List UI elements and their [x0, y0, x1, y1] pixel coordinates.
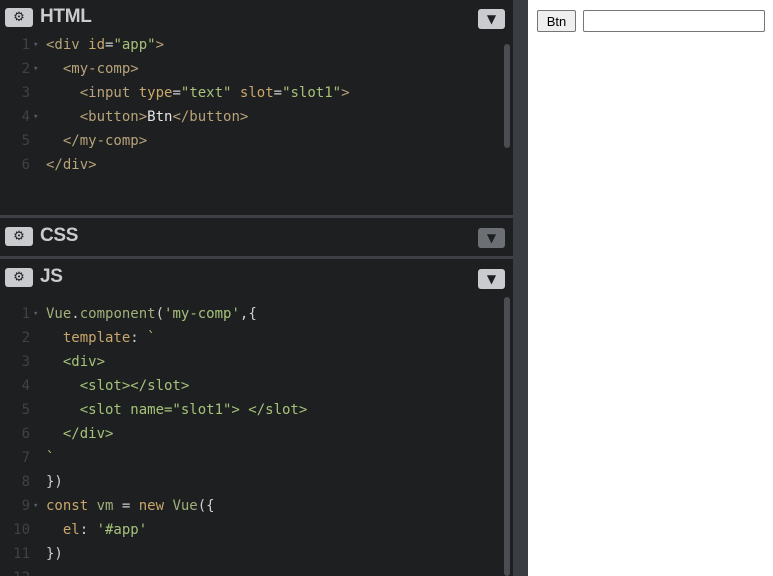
- css-panel-header: ⚙ CSS ▼: [0, 219, 513, 255]
- line-number: 10: [13, 522, 30, 538]
- html-editor-scrollbar[interactable]: [504, 44, 510, 148]
- panel-separator[interactable]: [0, 215, 513, 218]
- editor-pane: ⚙ HTML ▼ 1 ▾ <div id="app"> 2 ▾ <my-comp> 3 <…: [0, 0, 513, 576]
- line-number: 6: [21, 426, 30, 442]
- code-line: 10 el: '#app': [0, 518, 500, 542]
- code-line: 7 `: [0, 446, 500, 470]
- html-panel-header: ⚙ HTML ▼: [0, 0, 513, 36]
- line-number: 11: [13, 546, 30, 562]
- line-number: 12: [0, 566, 30, 576]
- js-panel-header: ⚙ JS ▼: [0, 260, 513, 296]
- line-number: 4: [21, 109, 30, 125]
- code-text: Vue.component('my-comp',{: [46, 306, 257, 322]
- line-number: 6: [21, 157, 30, 173]
- code-line: 2 ▾ <my-comp>: [0, 57, 500, 81]
- code-text: <div id="app">: [46, 37, 165, 53]
- line-number: 2: [21, 330, 30, 346]
- code-line: 8}): [0, 470, 500, 494]
- slot-text-input[interactable]: [583, 10, 765, 32]
- result-preview: Btn: [528, 0, 773, 576]
- fold-arrow-icon[interactable]: ▾: [33, 494, 38, 518]
- html-panel-collapse-chevron-icon[interactable]: ▼: [478, 9, 505, 29]
- code-line: 5 <slot name="slot1"> </slot>: [0, 398, 500, 422]
- line-number: 4: [21, 378, 30, 394]
- html-code-editor[interactable]: 1 ▾ <div id="app"> 2 ▾ <my-comp> 3 <input typ…: [0, 33, 513, 215]
- code-text: <slot name="slot1"> </slot>: [79, 402, 308, 418]
- code-text: template: `: [62, 330, 156, 346]
- btn-button[interactable]: Btn: [537, 10, 576, 32]
- js-panel-title: JS: [40, 266, 63, 287]
- code-line: 4 ▾ <button>Btn</button>: [0, 105, 500, 129]
- code-text: <slot></slot>: [79, 378, 190, 394]
- code-line: 2 template: `: [0, 326, 500, 350]
- code-line: 3 <div>: [0, 350, 500, 374]
- code-line: 1 ▾ Vue.component('my-comp',{: [0, 302, 500, 326]
- line-number: 9: [21, 498, 30, 514]
- fold-arrow-icon[interactable]: ▾: [33, 33, 38, 57]
- code-line: 4 <slot></slot>: [0, 374, 500, 398]
- code-text: }): [46, 546, 63, 562]
- code-text: }): [46, 474, 63, 490]
- code-text: </div>: [62, 426, 114, 442]
- js-editor-scrollbar[interactable]: [504, 297, 510, 576]
- code-line: 1 ▾ <div id="app">: [0, 33, 500, 57]
- code-line: 5 </my-comp>: [0, 129, 500, 153]
- line-number: 8: [21, 474, 30, 490]
- fold-arrow-icon[interactable]: ▾: [33, 302, 38, 326]
- code-line: 12: [0, 566, 500, 576]
- html-settings-gear-icon[interactable]: ⚙: [5, 8, 33, 27]
- css-settings-gear-icon[interactable]: ⚙: [5, 227, 33, 246]
- line-number: 2: [21, 61, 30, 77]
- code-text: </my-comp>: [62, 133, 148, 149]
- line-number: 5: [21, 133, 30, 149]
- code-line: 6 </div>: [0, 422, 500, 446]
- code-text: const vm = new Vue({: [46, 498, 215, 514]
- panel-separator[interactable]: [0, 256, 513, 259]
- pane-resize-divider[interactable]: [513, 0, 528, 576]
- fold-arrow-icon[interactable]: ▾: [33, 57, 38, 81]
- code-line: 6 </div>: [0, 153, 500, 177]
- code-line: 9 ▾ const vm = new Vue({: [0, 494, 500, 518]
- line-number: 5: [21, 402, 30, 418]
- code-text: <my-comp>: [62, 61, 139, 77]
- code-line: 11}): [0, 542, 500, 566]
- line-number: 3: [21, 85, 30, 101]
- html-panel-title: HTML: [40, 6, 92, 27]
- code-text: <button>Btn</button>: [79, 109, 249, 125]
- js-code-editor[interactable]: 1 ▾ Vue.component('my-comp',{2 template: `…: [0, 302, 513, 576]
- js-settings-gear-icon[interactable]: ⚙: [5, 268, 33, 287]
- code-text: <input type="text" slot="slot1">: [79, 85, 350, 101]
- code-text: </div>: [46, 157, 97, 173]
- css-panel-title: CSS: [40, 225, 79, 246]
- fold-arrow-icon[interactable]: ▾: [33, 105, 38, 129]
- js-panel-collapse-chevron-icon[interactable]: ▼: [478, 269, 505, 289]
- line-number: 3: [21, 354, 30, 370]
- code-text: el: '#app': [62, 522, 148, 538]
- line-number: 1: [21, 306, 30, 322]
- css-panel-collapse-chevron-icon[interactable]: ▼: [478, 228, 505, 248]
- code-text: <div>: [62, 354, 106, 370]
- line-number: 1: [21, 37, 30, 53]
- code-text: `: [46, 450, 55, 466]
- line-number: 7: [21, 450, 30, 466]
- code-line: 3 <input type="text" slot="slot1">: [0, 81, 500, 105]
